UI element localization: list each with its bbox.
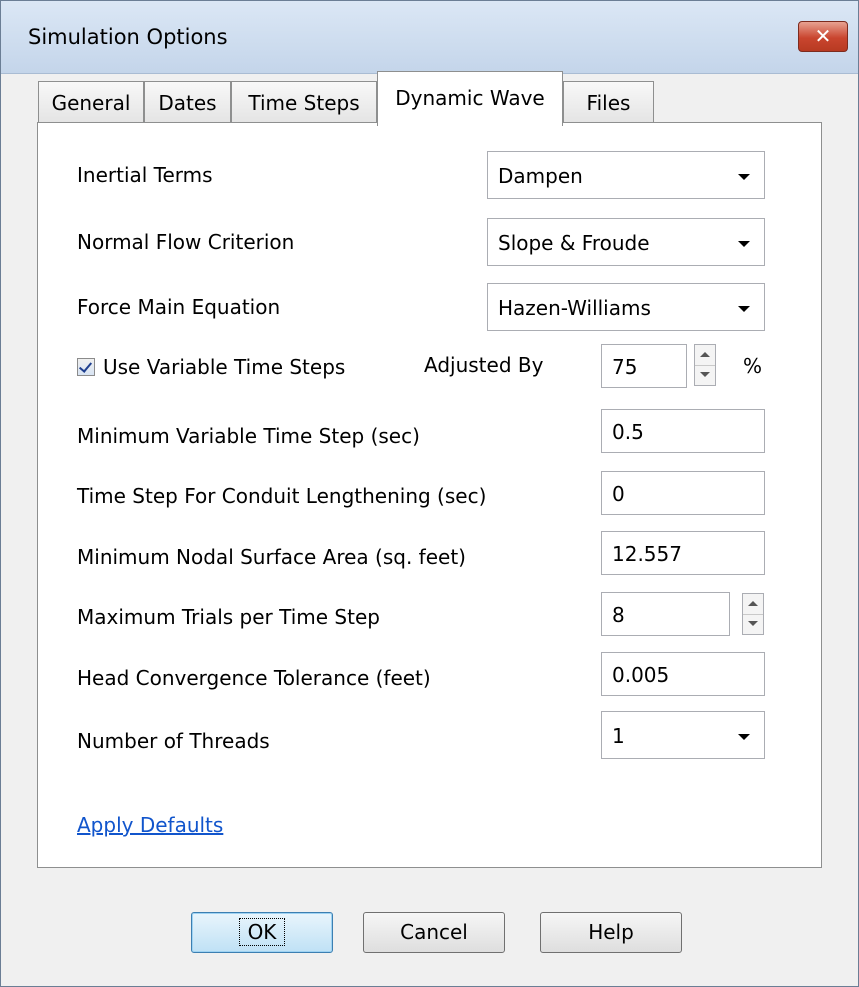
chevron-down-icon [738,174,750,180]
inertial-terms-select[interactable]: Dampen [487,151,765,199]
conduit-lengthening-label: Time Step For Conduit Lengthening (sec) [77,484,487,508]
max-trials-spinner[interactable] [742,593,764,635]
threads-label: Number of Threads [77,729,270,753]
adjusted-by-label: Adjusted By [424,353,544,377]
cancel-button[interactable]: Cancel [363,912,505,953]
adjusted-by-spinner[interactable] [694,344,716,386]
spin-down-icon[interactable] [695,365,715,385]
tab-dynamic-wave[interactable]: Dynamic Wave [377,71,563,126]
tab-dates[interactable]: Dates [144,81,231,123]
tab-general[interactable]: General [38,81,144,123]
close-button[interactable]: ✕ [798,21,848,52]
threads-select[interactable]: 1 [601,711,765,759]
chevron-down-icon [738,306,750,312]
tab-label: Files [586,91,631,115]
help-label: Help [588,920,634,944]
inertial-terms-label: Inertial Terms [77,163,213,187]
tab-label: Time Steps [248,91,360,115]
tab-label: Dynamic Wave [395,86,545,110]
dialog-title: Simulation Options [28,25,228,49]
normal-flow-value: Slope & Froude [498,231,650,255]
force-main-select[interactable]: Hazen-Williams [487,283,765,331]
min-variable-step-label: Minimum Variable Time Step (sec) [77,424,420,448]
apply-defaults-link[interactable]: Apply Defaults [77,813,223,837]
cancel-label: Cancel [400,920,468,944]
max-trials-label: Maximum Trials per Time Step [77,605,380,629]
help-button[interactable]: Help [540,912,682,953]
normal-flow-select[interactable]: Slope & Froude [487,218,765,266]
max-trials-value: 8 [612,603,625,627]
min-variable-step-input[interactable]: 0.5 [601,409,765,453]
title-bar[interactable]: Simulation Options ✕ [1,1,858,74]
percent-unit: % [743,354,763,378]
adjusted-by-input[interactable]: 75 [601,344,687,388]
conduit-lengthening-input[interactable]: 0 [601,471,765,515]
chevron-down-icon [738,241,750,247]
adjusted-by-value: 75 [612,355,638,379]
head-tolerance-value: 0.005 [612,663,670,687]
head-tolerance-input[interactable]: 0.005 [601,652,765,696]
max-trials-input[interactable]: 8 [601,592,730,636]
threads-value: 1 [612,724,625,748]
variable-time-steps-label: Use Variable Time Steps [103,355,346,379]
min-surface-area-input[interactable]: 12.557 [601,531,765,575]
force-main-label: Force Main Equation [77,295,281,319]
spin-up-icon[interactable] [695,345,715,366]
ok-label: OK [238,918,286,946]
tab-label: General [51,91,131,115]
simulation-options-dialog: Simulation Options ✕ General Dates Time … [0,0,859,987]
head-tolerance-label: Head Convergence Tolerance (feet) [77,666,431,690]
min-surface-area-value: 12.557 [612,542,682,566]
tab-time-steps[interactable]: Time Steps [231,81,377,123]
normal-flow-label: Normal Flow Criterion [77,230,295,254]
spin-up-icon[interactable] [743,594,763,615]
variable-time-steps-checkbox[interactable] [77,358,95,376]
inertial-terms-value: Dampen [498,164,583,188]
tab-label: Dates [158,91,217,115]
conduit-lengthening-value: 0 [612,482,625,506]
tab-files[interactable]: Files [563,81,654,123]
close-icon: ✕ [814,24,832,48]
min-variable-step-value: 0.5 [612,420,644,444]
ok-button[interactable]: OK [191,912,333,953]
min-surface-area-label: Minimum Nodal Surface Area (sq. feet) [77,545,466,569]
force-main-value: Hazen-Williams [498,296,651,320]
chevron-down-icon [738,734,750,740]
spin-down-icon[interactable] [743,614,763,634]
